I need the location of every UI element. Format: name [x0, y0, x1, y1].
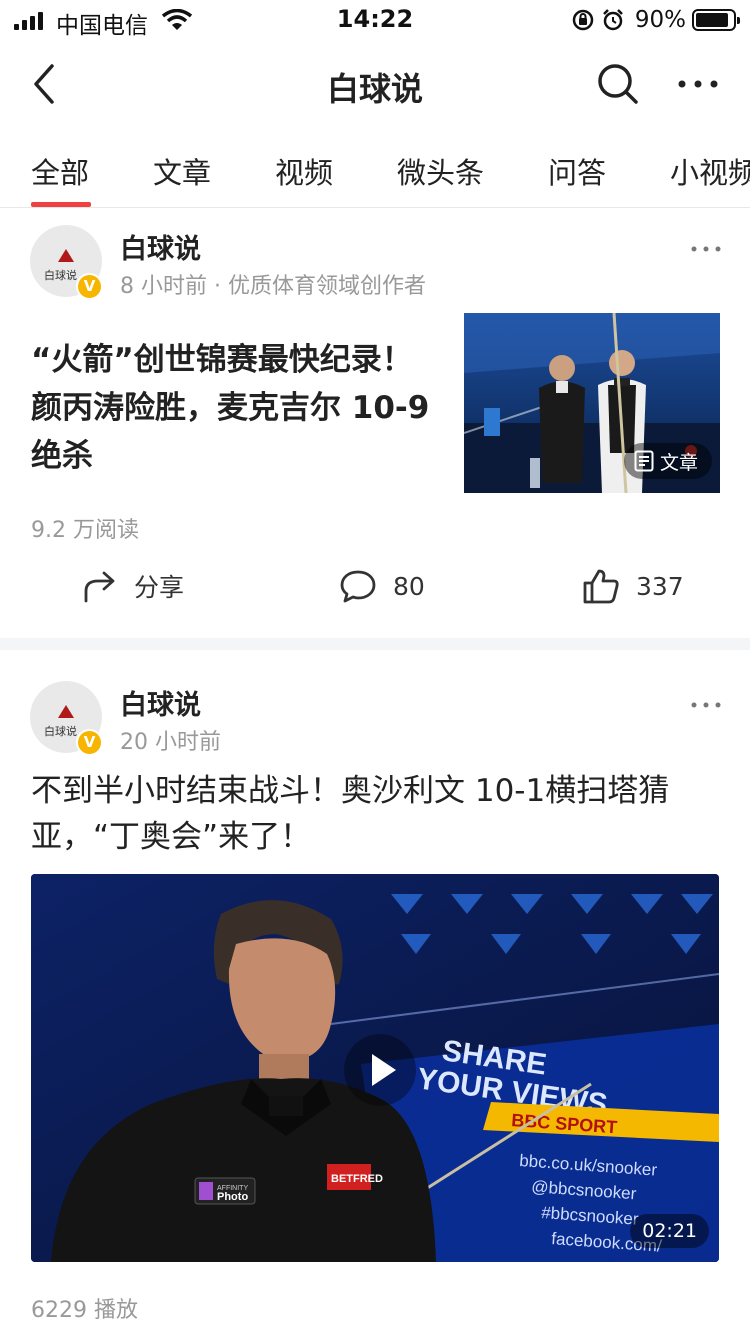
tab-bar: 全部 文章 视频 微头条 问答 小视频 [0, 130, 750, 208]
post-title[interactable]: “火箭”创世锦赛最快纪录！颜丙涛险胜，麦克吉尔 10-9绝杀 [31, 336, 443, 480]
avatar-logo-text: 白球说 [44, 269, 77, 282]
post-thumbnail[interactable]: 文章 [464, 313, 720, 493]
rotation-lock-icon [572, 9, 594, 31]
tab-qa[interactable]: 问答 [548, 150, 606, 192]
nav-bar: 白球说 [0, 40, 750, 130]
video-player[interactable]: SHARE YOUR VIEWS BBC SPORT bbc.co.uk/sno… [31, 874, 719, 1262]
search-icon[interactable] [596, 62, 640, 106]
comment-button[interactable]: 80 [339, 567, 425, 605]
avatar-logo-text: 白球说 [44, 725, 77, 738]
document-icon [634, 450, 654, 472]
feed-divider [0, 638, 750, 650]
play-icon[interactable] [344, 1034, 416, 1106]
thumbs-up-icon [583, 569, 619, 604]
like-count: 337 [636, 571, 684, 601]
author-name[interactable]: 白球说 [120, 227, 201, 266]
post-meta: 20 小时前 [120, 730, 221, 755]
battery-icon [692, 9, 740, 31]
article-badge: 文章 [623, 443, 712, 479]
post-meta: 8 小时前 · 优质体育领域创作者 [120, 274, 426, 299]
read-count: 9.2 万阅读 [31, 518, 139, 543]
status-bar: 中国电信 14:22 90% [0, 0, 750, 40]
video-duration: 02:21 [630, 1214, 709, 1248]
verified-badge-icon: V [76, 273, 103, 300]
comment-icon [340, 570, 376, 603]
battery-percent: 90% [634, 7, 686, 33]
alarm-icon [602, 9, 623, 31]
tab-videos[interactable]: 视频 [275, 150, 333, 192]
share-icon [84, 571, 115, 603]
comment-count: 80 [393, 571, 425, 601]
more-horizontal-icon[interactable] [676, 78, 720, 90]
article-badge-label: 文章 [659, 451, 698, 474]
share-label: 分享 [134, 573, 185, 602]
like-button[interactable]: 337 [582, 567, 684, 605]
post-title[interactable]: 不到半小时结束战斗！奥沙利文 10-1横扫塔猜亚，“丁奥会”来了！ [31, 768, 721, 860]
tab-micro-posts[interactable]: 微头条 [397, 150, 484, 192]
more-options-icon[interactable] [690, 701, 722, 709]
tab-short-videos[interactable]: 小视频 [670, 150, 750, 192]
play-count: 6229 播放 [31, 1298, 138, 1323]
more-options-icon[interactable] [690, 245, 722, 253]
patch-text: Photo [217, 1191, 248, 1203]
active-tab-indicator [31, 202, 91, 207]
author-name[interactable]: 白球说 [120, 683, 201, 722]
tab-all[interactable]: 全部 [31, 150, 89, 192]
share-button[interactable]: 分享 [80, 567, 184, 605]
sponsor-patch-text: BETFRED [331, 1173, 383, 1185]
tab-articles[interactable]: 文章 [153, 150, 211, 192]
verified-badge-icon: V [76, 729, 103, 756]
